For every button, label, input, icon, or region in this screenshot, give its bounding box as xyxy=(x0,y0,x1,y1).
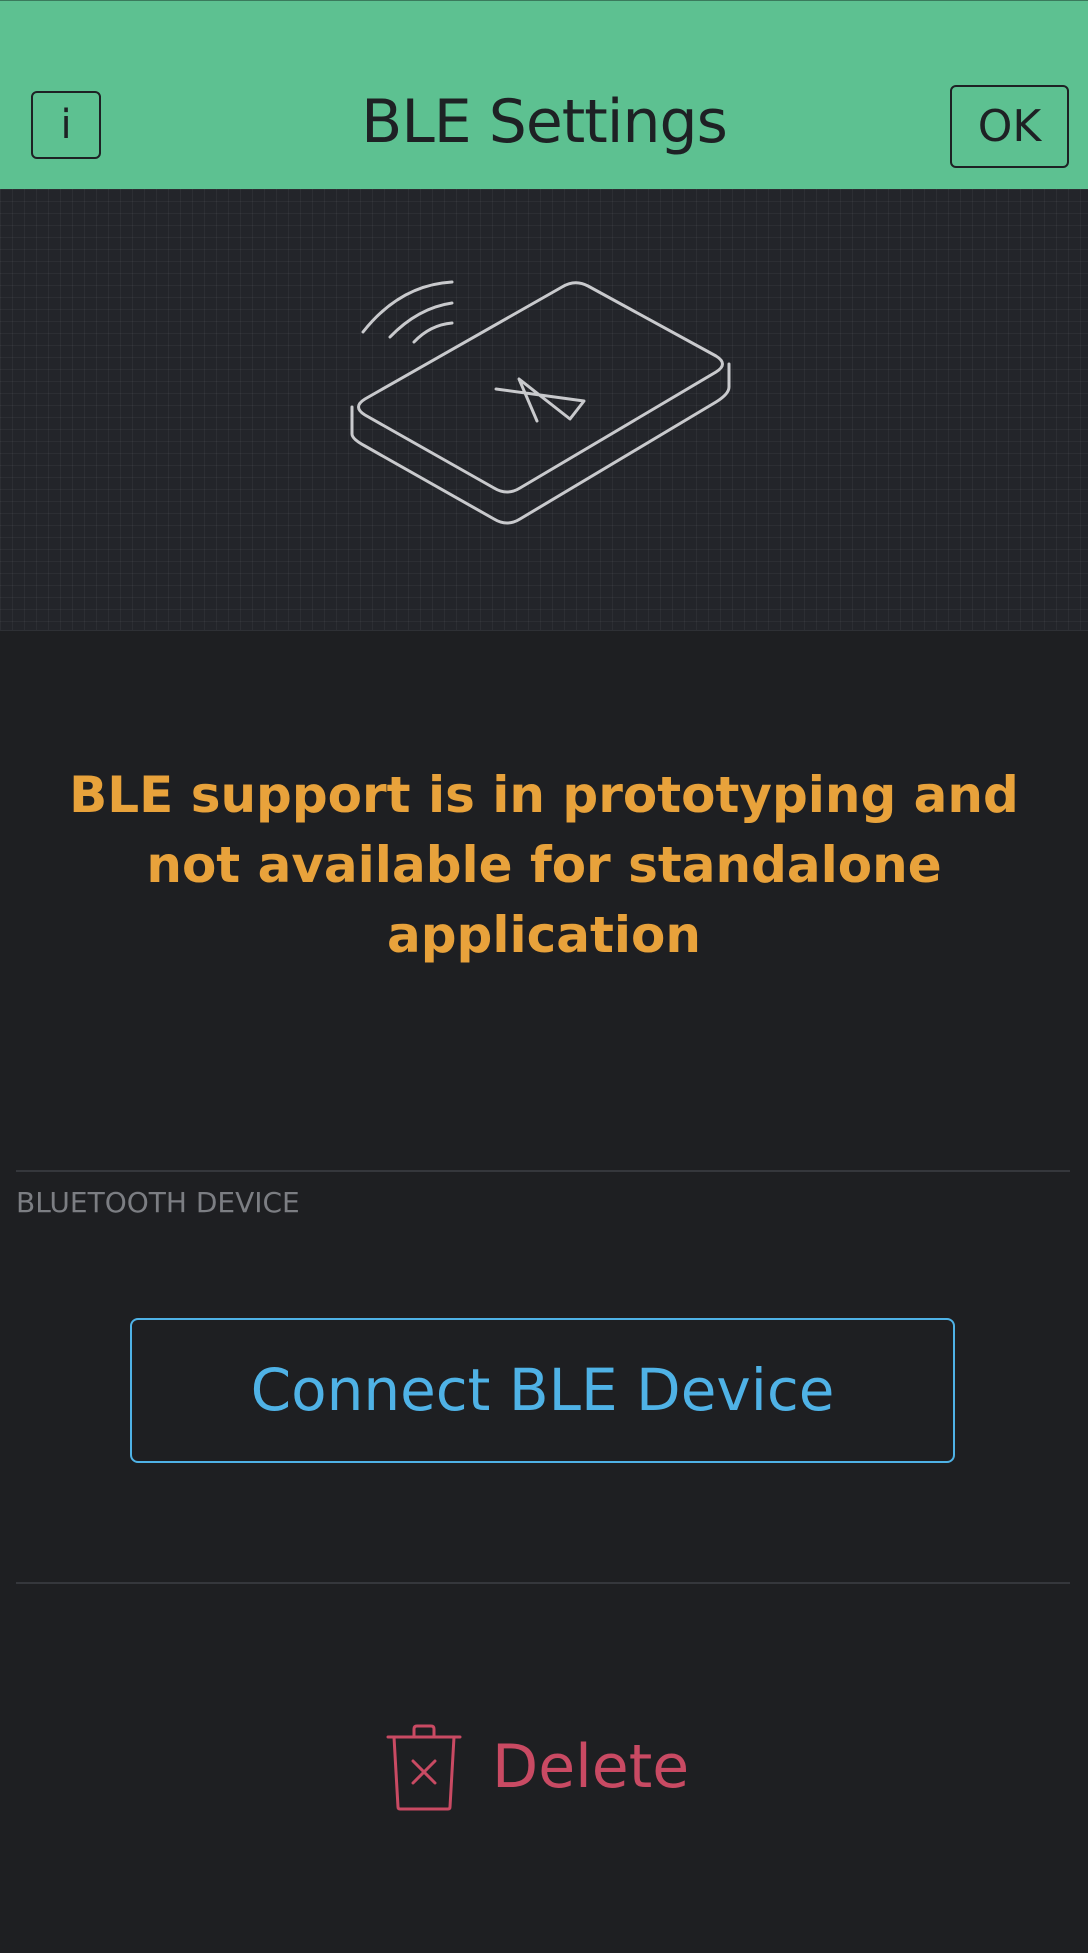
ok-button[interactable]: OK xyxy=(950,85,1069,168)
trash-icon xyxy=(386,1724,462,1811)
delete-button[interactable]: Delete xyxy=(386,1722,689,1812)
ble-device-illustration-icon xyxy=(350,280,731,525)
page-title: BLE Settings xyxy=(361,87,728,157)
connect-ble-device-button[interactable]: Connect BLE Device xyxy=(130,1318,955,1463)
divider xyxy=(16,1582,1070,1584)
delete-label: Delete xyxy=(492,1732,690,1802)
prototype-warning: BLE support is in prototyping and not av… xyxy=(69,766,1019,964)
section-label-bluetooth-device: BLUETOOTH DEVICE xyxy=(16,1186,300,1219)
header-bar: i BLE Settings OK xyxy=(0,0,1088,189)
divider xyxy=(16,1170,1070,1172)
ble-hero-panel xyxy=(0,189,1088,631)
